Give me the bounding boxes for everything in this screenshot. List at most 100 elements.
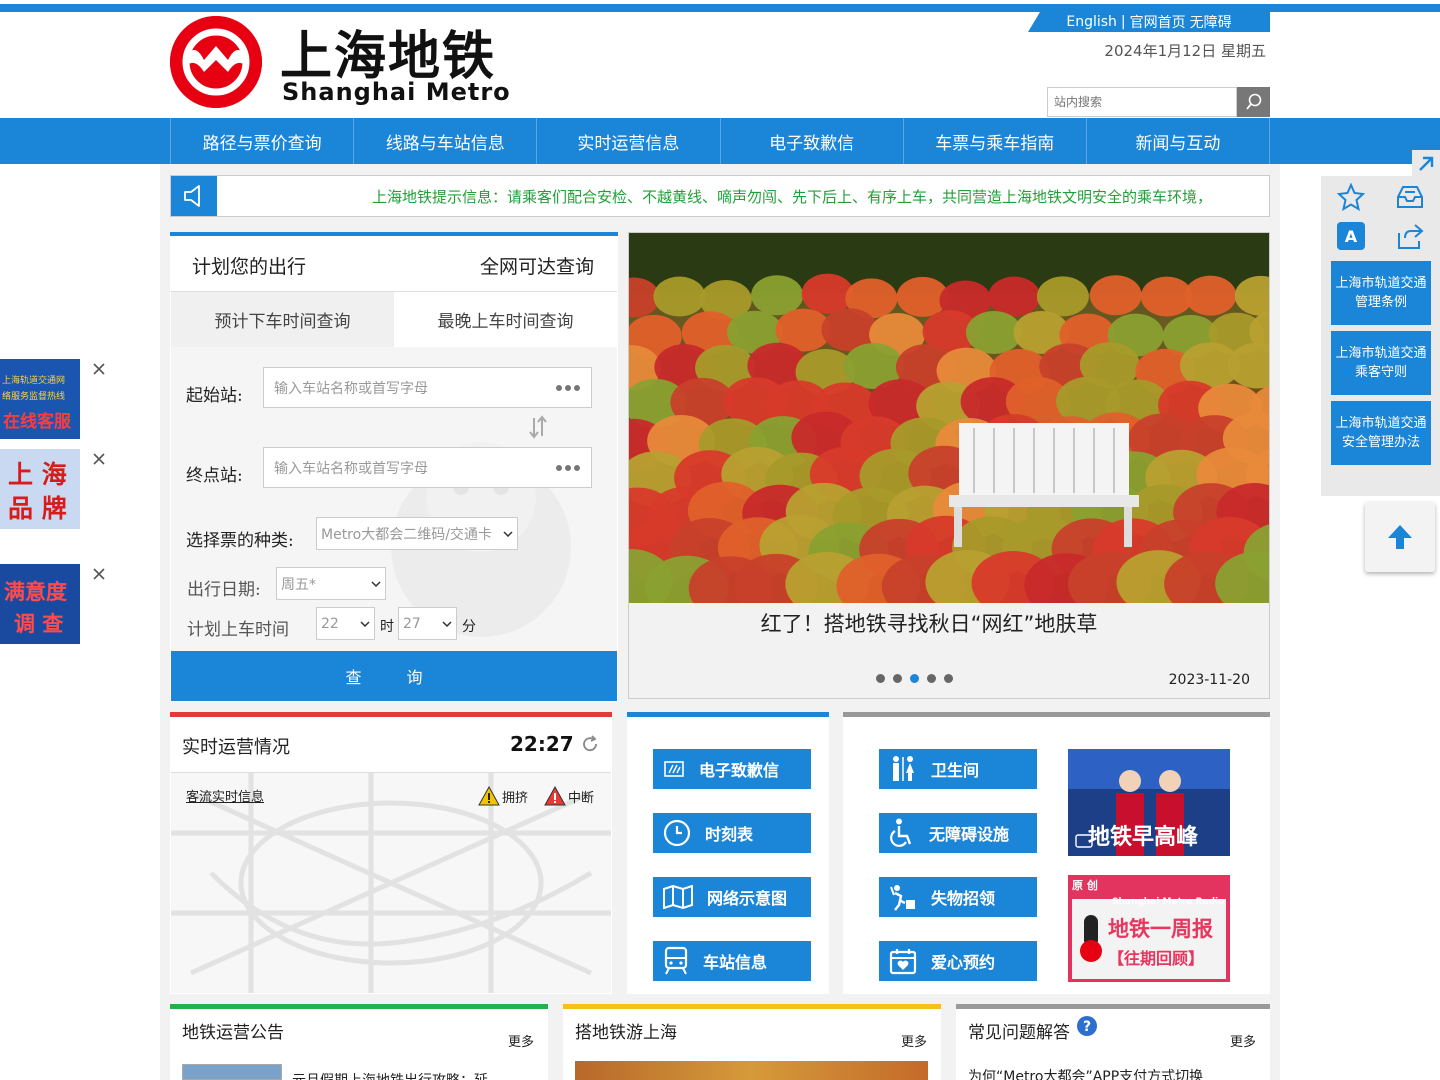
carousel-dot[interactable]	[876, 674, 885, 683]
ticket-type-select[interactable]: Metro大都会二维码/交通卡	[316, 517, 518, 550]
hour-select[interactable]: 22	[316, 607, 375, 640]
link-english[interactable]: English	[1066, 14, 1117, 30]
section-title-travel: 搭地铁游上海	[575, 1023, 677, 1043]
service-label: 卫生间	[931, 761, 980, 780]
service-care-booking[interactable]: 爱心预约	[879, 941, 1037, 981]
video-thumbnail-morning-peak[interactable]: 地铁早高峰	[1068, 749, 1230, 856]
minute-select[interactable]: 27	[398, 607, 457, 640]
nav-ticket-guide[interactable]: 车票与乘车指南	[902, 118, 1086, 164]
legend-crowded: 拥挤	[478, 786, 528, 806]
more-link-announcements[interactable]: 更多	[508, 1031, 534, 1050]
faq-item[interactable]: 为何“Metro大都会”APP支付方式切换	[968, 1066, 1203, 1080]
service-restroom[interactable]: 卫生间	[879, 749, 1037, 789]
nav-route-fare[interactable]: 路径与票价查询	[170, 118, 353, 164]
search-icon	[1245, 93, 1261, 110]
banner-image[interactable]	[629, 233, 1269, 603]
service-network-map[interactable]: 网络示意图	[653, 877, 811, 917]
warning-red-icon	[544, 786, 566, 806]
close-icon[interactable]	[90, 565, 108, 583]
share-icon[interactable]	[1395, 221, 1425, 255]
carousel-dot[interactable]	[893, 674, 902, 683]
legend-crowded-text: 拥挤	[502, 790, 529, 806]
tab-last-train[interactable]: 最晚上车时间查询	[394, 292, 617, 347]
back-to-top-button[interactable]	[1365, 502, 1435, 572]
service-label: 无障碍设施	[929, 825, 1010, 844]
close-icon[interactable]	[90, 360, 108, 378]
inbox-icon[interactable]	[1395, 183, 1425, 215]
more-link-travel[interactable]: 更多	[901, 1031, 927, 1050]
all-network-query-link[interactable]: 全网可达查询	[480, 252, 594, 279]
service-lost-found[interactable]: 失物招领	[879, 877, 1037, 917]
travel-date-select[interactable]: 周五*	[276, 567, 386, 600]
letter-icon	[664, 761, 684, 777]
carousel-dot[interactable]	[944, 674, 953, 683]
end-station-input[interactable]: 输入车站名称或首写字母	[263, 447, 592, 488]
end-station-label: 终点站:	[186, 466, 243, 486]
arrow-up-icon	[1388, 525, 1412, 549]
favorite-star-icon[interactable]	[1336, 182, 1366, 215]
nav-realtime-ops[interactable]: 实时运营信息	[536, 118, 719, 164]
start-station-input[interactable]: 输入车站名称或首写字母	[263, 367, 592, 408]
thumb2-sub: 【往期回顾】	[1108, 949, 1205, 968]
carousel-dots	[876, 674, 953, 683]
link-transit-regulations[interactable]: 上海市轨道交通管理条例	[1331, 261, 1431, 325]
clock-icon	[663, 819, 691, 847]
trip-tabs: 预计下车时间查询 最晚上车时间查询	[171, 291, 617, 347]
service-accessibility[interactable]: 无障碍设施	[879, 813, 1037, 853]
link-safety-measures[interactable]: 上海市轨道交通安全管理办法	[1331, 401, 1431, 465]
announcement-item[interactable]: 元旦假期上海地铁出行攻略：延	[292, 1070, 488, 1080]
more-link-faq[interactable]: 更多	[1230, 1031, 1256, 1050]
close-icon[interactable]	[90, 450, 108, 468]
banner-date: 2023-11-20	[1168, 672, 1250, 688]
travel-date-label: 出行日期:	[187, 580, 261, 600]
top-links: English | 官网首页 无障碍	[1028, 12, 1270, 32]
site-search-input[interactable]	[1047, 87, 1237, 117]
thumb2-badge: 原 创	[1072, 879, 1098, 892]
realtime-clock: 22:27	[510, 732, 574, 756]
announcement-thumbnail[interactable]	[182, 1064, 282, 1080]
link-official-home[interactable]: 官网首页	[1130, 12, 1186, 32]
wheelchair-icon	[890, 818, 912, 847]
hour-unit: 时	[380, 619, 394, 635]
refresh-icon[interactable]	[580, 734, 600, 758]
tab-arrival-time[interactable]: 预计下车时间查询	[171, 292, 394, 347]
carousel-dot[interactable]	[910, 674, 919, 683]
chevron-down-icon	[371, 580, 381, 587]
service-apology-letter[interactable]: 电子致歉信	[653, 749, 811, 789]
chevron-down-icon	[503, 530, 513, 537]
collapse-panel-button[interactable]	[1412, 150, 1440, 176]
thumb2-title: 地铁一周报	[1108, 917, 1213, 941]
search-button[interactable]	[1237, 87, 1270, 117]
swap-stations-icon[interactable]	[526, 414, 550, 444]
passenger-flow-link[interactable]: 客流实时信息	[186, 786, 264, 805]
query-button[interactable]: 查 询	[171, 651, 617, 701]
carousel-dot[interactable]	[927, 674, 936, 683]
minute-unit: 分	[462, 619, 476, 635]
chevron-down-icon	[442, 620, 452, 627]
more-dots-icon[interactable]	[555, 384, 581, 392]
metro-network-map[interactable]	[171, 773, 611, 993]
nav-news[interactable]: 新闻与互动	[1085, 118, 1271, 164]
service-station-info[interactable]: 车站信息	[653, 941, 811, 981]
section-title-announcements: 地铁运营公告	[182, 1023, 284, 1043]
link-passenger-rules[interactable]: 上海市轨道交通乘客守则	[1331, 331, 1431, 395]
ad-shanghai-brand[interactable]: 上 海 品 牌	[0, 449, 80, 529]
ad1-line2: 络服务监督热线	[2, 392, 66, 402]
metro-logo-icon[interactable]	[170, 16, 262, 108]
ad-online-service[interactable]: 上海轨道交通网 络服务监督热线 在线客服	[0, 359, 80, 439]
ad-satisfaction-survey[interactable]: 满意度 调 查	[0, 564, 80, 644]
service-timetable[interactable]: 时刻表	[653, 813, 811, 853]
video-thumbnail-weekly-report[interactable]: 原 创 Shanghai Metro Radio 地铁一周报 【往期回顾】	[1068, 875, 1230, 982]
more-dots-icon[interactable]	[555, 464, 581, 472]
nav-lines-stations[interactable]: 线路与车站信息	[353, 118, 536, 164]
thumb1-text: 地铁早高峰	[1088, 825, 1199, 850]
link-accessibility[interactable]: 无障碍	[1190, 12, 1232, 32]
start-station-placeholder: 输入车站名称或首写字母	[274, 380, 428, 397]
start-station-label: 起始站:	[186, 386, 243, 406]
legend-interrupted-text: 中断	[568, 790, 595, 806]
notice-text: 上海地铁提示信息：请乘客们配合安检、不越黄线、嘀声勿闯、先下后上、有序上车，共同…	[372, 188, 1213, 206]
banner-caption[interactable]: 红了！搭地铁寻找秋日“网红”地肤草	[629, 608, 1229, 638]
travel-image[interactable]	[575, 1061, 928, 1080]
font-size-icon[interactable]: A	[1337, 222, 1365, 250]
nav-apology-letter[interactable]: 电子致歉信	[719, 118, 903, 164]
